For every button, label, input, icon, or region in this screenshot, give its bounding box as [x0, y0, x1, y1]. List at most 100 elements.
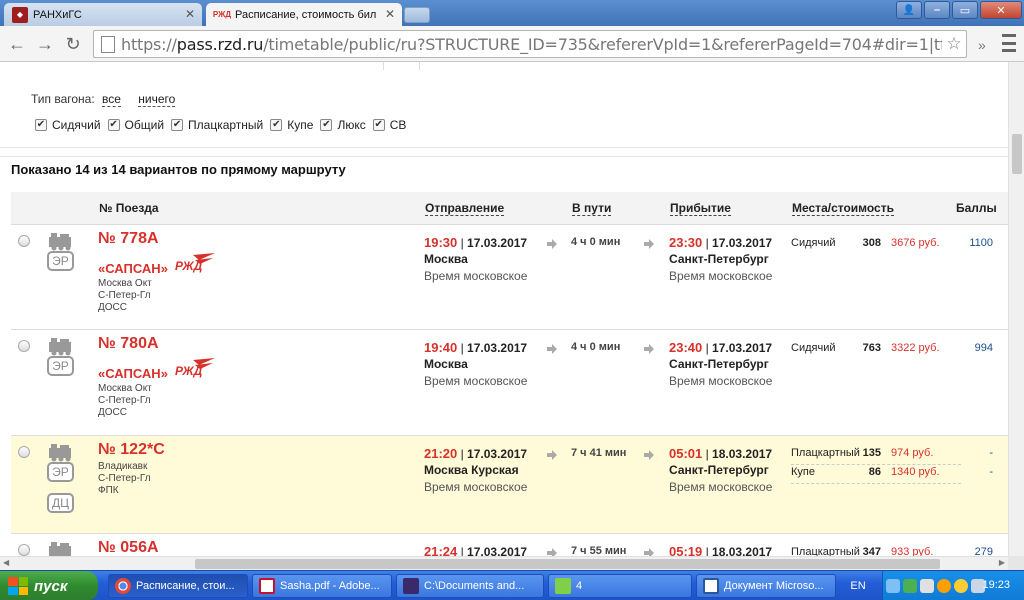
- seat-price: 1340 руб.: [891, 466, 940, 478]
- close-icon[interactable]: ✕: [185, 7, 195, 21]
- locomotive-icon: [49, 338, 71, 356]
- antivirus-icon[interactable]: [937, 579, 951, 593]
- arrival-cell: 23:40 | 17.03.2017 Санкт-Петербург Время…: [669, 340, 773, 388]
- arrival-time: 05:01: [669, 446, 703, 461]
- results-summary: Показано 14 из 14 вариантов по прямому м…: [11, 162, 346, 177]
- safely-remove-icon[interactable]: [903, 579, 917, 593]
- reload-icon: ↻: [65, 33, 81, 54]
- table-row[interactable]: ЭР ДЦ № 122*С Владикавк С-Петер-Гл ФПК 2…: [11, 435, 1008, 533]
- taskbar-item-browser[interactable]: Расписание, стои...: [108, 574, 248, 598]
- checkmark-icon[interactable]: ✔: [372, 119, 385, 131]
- train-number[interactable]: № 056А: [98, 539, 159, 556]
- taskbar-item-console[interactable]: C:\Documents and...: [396, 574, 544, 598]
- table-row[interactable]: ЭР № 778А «САПСАН» РЖД Москва Окт С-Пете…: [11, 224, 1008, 329]
- checkbox-sv[interactable]: ✔ СВ: [372, 118, 406, 132]
- restore-button[interactable]: ▭: [952, 1, 978, 19]
- display-icon[interactable]: [920, 579, 934, 593]
- seat-option[interactable]: Плацкартный 135 974 руб.: [791, 447, 961, 465]
- seat-count: 135: [862, 447, 881, 459]
- checkmark-icon[interactable]: ✔: [107, 119, 120, 131]
- browser-menu-button[interactable]: [1000, 34, 1018, 52]
- system-tray: 19:23: [882, 571, 1024, 600]
- train-number[interactable]: № 778А: [98, 230, 159, 248]
- checkbox-coupe[interactable]: ✔ Купе: [270, 118, 313, 132]
- departure-cell: 19:40 | 17.03.2017 Москва Время московск…: [424, 340, 528, 388]
- seat-option[interactable]: Плацкартный 347 933 руб.: [791, 546, 961, 556]
- arrival-time: 05:19: [669, 544, 703, 556]
- user-profile-button[interactable]: 👤: [896, 1, 922, 19]
- train-number[interactable]: № 780А: [98, 335, 159, 353]
- header-departure[interactable]: Отправление: [425, 201, 505, 216]
- departure-time: 19:30: [424, 235, 458, 250]
- header-duration[interactable]: В пути: [572, 201, 612, 216]
- arrival-timezone: Время московское: [669, 269, 773, 283]
- bookmark-star-icon[interactable]: ☆: [942, 34, 966, 54]
- windows-logo-icon: [8, 577, 28, 595]
- train-select-radio[interactable]: [18, 340, 30, 352]
- arrival-date: 18.03.2017: [712, 447, 773, 461]
- scroll-left-icon[interactable]: ◀: [3, 558, 9, 567]
- checkbox-platskart[interactable]: ✔ Плацкартный: [171, 118, 263, 132]
- travel-duration: 7 ч 41 мин: [571, 447, 627, 459]
- train-select-radio[interactable]: [18, 235, 30, 247]
- checkbox-common[interactable]: ✔ Общий: [107, 118, 164, 132]
- header-seats[interactable]: Места/стоимость: [792, 201, 894, 216]
- new-tab-button[interactable]: [404, 7, 430, 23]
- scroll-right-icon[interactable]: ▶: [999, 558, 1005, 567]
- network-icon[interactable]: [886, 579, 900, 593]
- forward-button[interactable]: →: [34, 33, 56, 55]
- minimize-button[interactable]: –: [924, 1, 950, 19]
- table-row[interactable]: ЭР № 780А «САПСАН» РЖД Москва Окт С-Пете…: [11, 329, 1008, 435]
- tab-rzd-timetable[interactable]: РЖД Расписание, стоимость бил ✕: [206, 3, 402, 26]
- bonus-points: -: [989, 466, 993, 478]
- taskbar-item-word[interactable]: Документ Microso...: [696, 574, 836, 598]
- address-bar[interactable]: https://pass.rzd.ru/timetable/public/ru?…: [93, 30, 967, 58]
- car-type-filter: Тип вагона: все ничего: [31, 92, 176, 107]
- arrow-right-icon: [644, 450, 654, 460]
- url-text[interactable]: https://pass.rzd.ru/timetable/public/ru?…: [121, 35, 942, 54]
- header-arrival[interactable]: Прибытие: [670, 201, 731, 216]
- checkbox-seated[interactable]: ✔ Сидячий: [35, 118, 101, 132]
- train-select-radio[interactable]: [18, 544, 30, 556]
- back-button[interactable]: ←: [6, 33, 28, 55]
- arrow-right-icon: [547, 450, 557, 460]
- start-label: пуск: [34, 577, 68, 595]
- checkmark-icon[interactable]: ✔: [270, 119, 283, 131]
- vertical-scrollbar[interactable]: [1008, 62, 1024, 556]
- departure-time: 19:40: [424, 340, 458, 355]
- seat-option[interactable]: Сидячий 763 3322 руб.: [791, 342, 961, 360]
- windows-taskbar: пуск Расписание, стои... Sasha.pdf - Ado…: [0, 570, 1024, 600]
- checkmark-icon[interactable]: ✔: [171, 119, 184, 131]
- scrollbar-thumb[interactable]: [195, 559, 940, 569]
- select-all-link[interactable]: все: [102, 92, 121, 107]
- close-icon[interactable]: ✕: [385, 7, 395, 21]
- checkmark-icon[interactable]: ✔: [320, 119, 333, 131]
- language-indicator[interactable]: EN: [844, 574, 872, 598]
- table-row[interactable]: № 056А 21:24 | 17.03.2017 7 ч 55 мин 05:…: [11, 533, 1008, 556]
- rzd-logo-icon: РЖД: [175, 253, 215, 273]
- select-none-link[interactable]: ничего: [138, 92, 176, 107]
- taskbar-item-group[interactable]: 4: [548, 574, 692, 598]
- seat-option[interactable]: Сидячий 308 3676 руб.: [791, 237, 961, 255]
- departure-date: 17.03.2017: [467, 545, 528, 556]
- horizontal-scrollbar[interactable]: ◀ ▶: [0, 556, 1008, 570]
- seat-option[interactable]: Купе 86 1340 руб.: [791, 466, 961, 484]
- bonus-points: 279: [974, 546, 993, 556]
- seat-class: Сидячий: [791, 237, 836, 249]
- taskbar-item-pdf[interactable]: Sasha.pdf - Adobe...: [252, 574, 392, 598]
- seat-price: 933 руб.: [891, 546, 934, 556]
- reload-button[interactable]: ↻: [62, 33, 84, 55]
- close-window-button[interactable]: ✕: [980, 1, 1022, 19]
- tab-ranepa[interactable]: ◆ РАНХиГС ✕: [4, 3, 202, 26]
- checkmark-icon[interactable]: ✔: [35, 119, 47, 131]
- start-button[interactable]: пуск: [0, 571, 98, 600]
- scrollbar-thumb[interactable]: [1012, 134, 1022, 174]
- arrival-station: Санкт-Петербург: [669, 463, 769, 477]
- departure-station: Москва Курская: [424, 463, 519, 477]
- extensions-overflow-icon[interactable]: »: [978, 37, 986, 53]
- seat-class: Сидячий: [791, 342, 836, 354]
- train-select-radio[interactable]: [18, 446, 30, 458]
- checkbox-lux[interactable]: ✔ Люкс: [320, 118, 366, 132]
- update-icon[interactable]: [954, 579, 968, 593]
- train-number[interactable]: № 122*С: [98, 441, 165, 459]
